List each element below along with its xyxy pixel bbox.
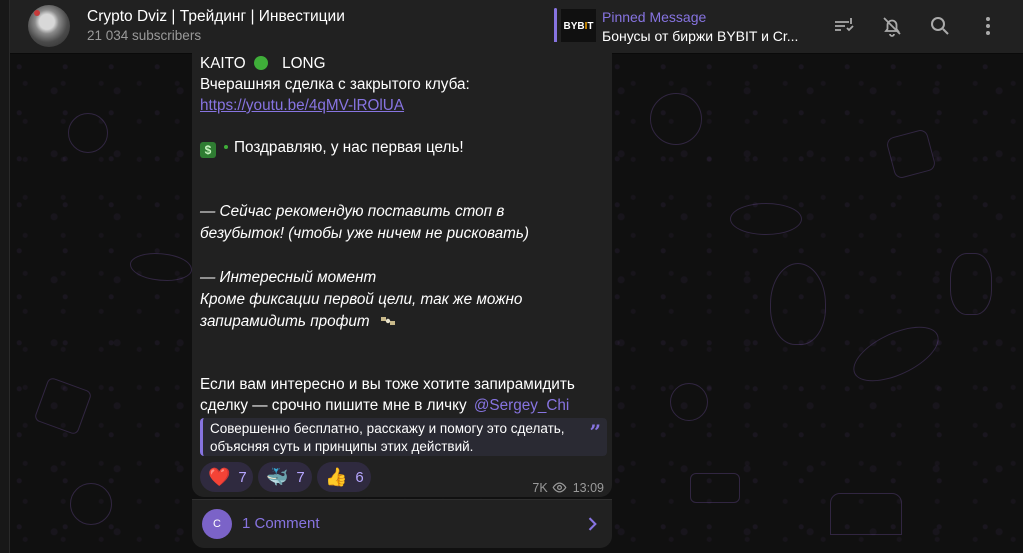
background-doodle [33, 376, 93, 436]
reaction-whale[interactable]: 🐳 7 [258, 462, 312, 492]
pinned-indicator [554, 8, 557, 45]
search-icon[interactable] [928, 14, 952, 38]
thumbs-up-icon: 👍 [325, 466, 348, 487]
background-doodle [68, 113, 108, 153]
commenter-avatar: C [202, 509, 232, 539]
chevron-right-icon [588, 517, 597, 531]
position-side: LONG [282, 55, 326, 72]
reaction-thumbs-up[interactable]: 👍 6 [317, 462, 371, 492]
message-bubble: KAITO LONG Вчерашняя сделка с закрытого … [192, 42, 612, 497]
comments-label: 1 Comment [242, 515, 320, 532]
dollar-icon: $ [200, 142, 216, 158]
message-line-stop-1: — Сейчас рекомендую поставить стоп в [200, 203, 505, 220]
background-doodle [690, 473, 740, 503]
pinned-thumbnail[interactable]: BYB I T [561, 9, 596, 44]
moment-text: запирамидить профит [200, 313, 370, 330]
reaction-count: 7 [296, 468, 305, 486]
cta-text: сделку — срочно пишите мне в личку [200, 397, 467, 414]
background-doodle [770, 263, 826, 345]
eye-icon [552, 482, 567, 493]
message-line-cta-2: сделку — срочно пишите мне в личку @Serg… [200, 396, 569, 416]
satellite-icon [380, 317, 395, 325]
reaction-count: 7 [238, 468, 247, 486]
ticker-name: KAITO [200, 55, 246, 72]
comments-button[interactable]: C 1 Comment [192, 499, 612, 548]
message-line-ticker: KAITO LONG [200, 54, 325, 74]
youtube-link[interactable]: https://youtu.be/4qMV-lROlUA [200, 96, 404, 116]
left-panel-edge [0, 0, 10, 553]
message-line-congrats: $ Поздравляю, у нас первая цель! [200, 138, 464, 158]
background-doodle [650, 93, 702, 145]
background-doodle [70, 483, 112, 525]
small-dot-icon [224, 145, 228, 149]
quote-line-1: Совершенно бесплатно, расскажу и помогу … [210, 421, 565, 436]
channel-avatar[interactable] [28, 5, 70, 47]
message-line-moment-3: запирамидить профит [200, 312, 396, 332]
subscriber-count: 21 034 subscribers [87, 28, 202, 43]
pinned-message-text[interactable]: Бонусы от биржи BYBIT и Cr... [602, 28, 798, 44]
pinned-thumb-text-a: BYB [563, 21, 585, 32]
ticket-icon[interactable] [832, 14, 856, 38]
message-line-intro: Вчерашняя сделка с закрытого клуба: [200, 76, 470, 93]
message-meta: 7K 13:09 [532, 480, 604, 495]
channel-title[interactable]: Crypto Dviz | Трейдинг | Инвестиции [87, 8, 345, 26]
message-line-stop-2: безубыток! (чтобы уже ничем не рисковать… [200, 225, 530, 242]
message-time: 13:09 [572, 480, 604, 495]
message-line-cta-1: Если вам интересно и вы тоже хотите запи… [200, 376, 575, 393]
heart-icon: ❤️ [208, 466, 231, 487]
reaction-heart[interactable]: ❤️ 7 [200, 462, 253, 492]
pinned-message-label[interactable]: Pinned Message [602, 9, 706, 25]
message-line-moment-1: — Интересный момент [200, 269, 377, 286]
background-doodle [730, 203, 802, 235]
background-doodle [670, 383, 708, 421]
pinned-thumb-text-c: T [587, 21, 594, 32]
background-doodle [830, 493, 902, 535]
background-doodle [885, 128, 937, 180]
quote-line-2: объясняя суть и принципы этих действий. [210, 439, 474, 454]
quote-icon: ” [589, 420, 601, 444]
reaction-count: 6 [355, 468, 364, 486]
green-circle-icon [253, 56, 268, 70]
background-doodle [845, 315, 947, 393]
more-vertical-icon[interactable] [976, 14, 1000, 38]
bell-off-icon[interactable] [880, 14, 904, 38]
view-count: 7K [532, 480, 548, 495]
congrats-text: Поздравляю, у нас первая цель! [234, 139, 464, 156]
blockquote: Совершенно бесплатно, расскажу и помогу … [200, 418, 607, 456]
user-mention-link[interactable]: @Sergey_Chi [474, 397, 569, 414]
message-line-moment-2: Кроме фиксации первой цели, так же можно [200, 291, 523, 308]
background-doodle [130, 253, 192, 281]
whale-icon: 🐳 [266, 466, 289, 487]
background-doodle [950, 253, 992, 315]
